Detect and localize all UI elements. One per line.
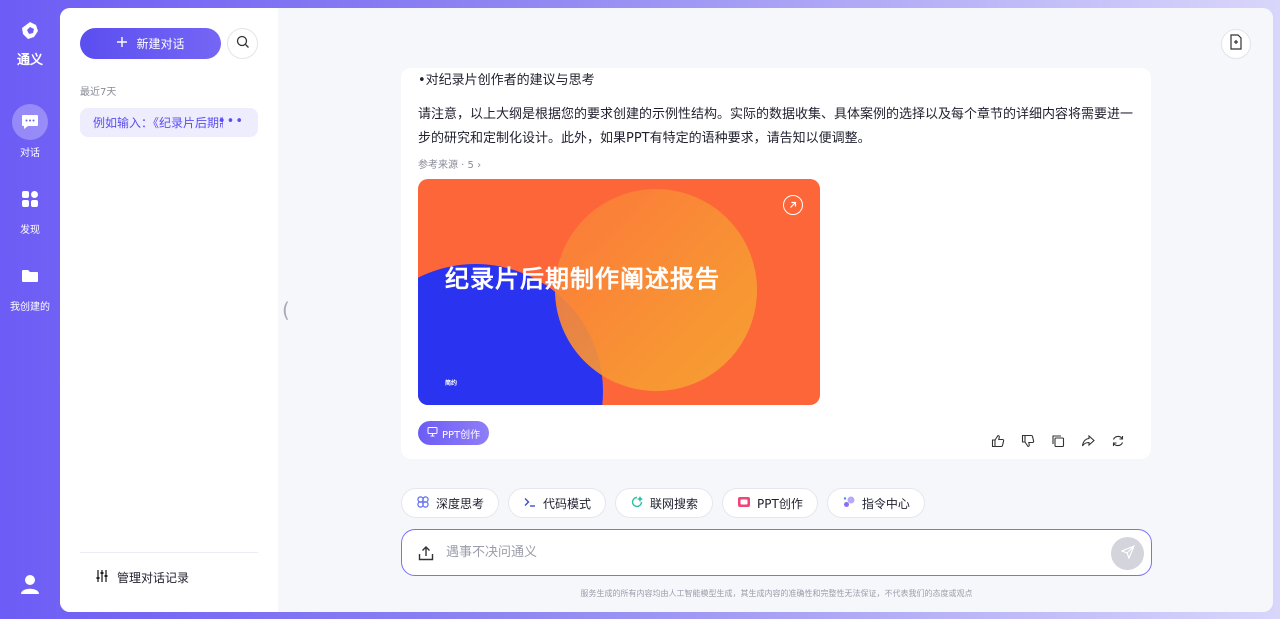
code-icon [523,495,537,512]
open-external-icon[interactable] [783,195,803,215]
grid-icon [12,181,48,217]
manage-history-label: 管理对话记录 [117,571,190,585]
assistant-message-card: •对纪录片创作者的建议与思考 请注意，以上大纲是根据您的要求创建的示例性结构。实… [401,68,1151,459]
ppt-badge-label: PPT创作 [442,429,481,441]
chip-label: 深度思考 [436,496,485,511]
presentation-icon [427,426,438,440]
logo-icon [10,20,50,47]
left-rail: 通义 对话 发现 我创建的 [0,0,60,619]
message-bullet: •对纪录片创作者的建议与思考 [418,73,595,88]
sidebar-divider [80,552,258,553]
ppt-preview-card[interactable]: 纪录片后期制作阐述报告 简约 [418,179,820,405]
regenerate-icon[interactable] [1110,433,1126,449]
chip-web-search[interactable]: 联网搜索 [615,488,714,518]
conversation-item[interactable]: 例如输入：《纪录片后期制作阐述报告》 ••• [80,108,258,137]
disclaimer-text: 服务生成的所有内容均由人工智能模型生成，其生成内容的准确性和完整性无法保证，不代… [580,589,973,598]
ppt-style-tag: 简约 [445,380,458,387]
chip-label: 代码模式 [543,496,592,511]
upload-icon[interactable] [417,544,435,562]
ppt-create-badge[interactable]: PPT创作 [418,421,490,445]
folder-icon [12,258,48,294]
rail-label-discover: 发现 [20,225,40,236]
section-label-recent: 最近7天 [80,87,117,98]
new-chat-button[interactable]: 新建对话 [80,28,221,59]
chevron-right-icon: › [477,160,482,171]
rail-label-mine: 我创建的 [10,302,50,313]
ppt-title: 纪录片后期制作阐述报告 [445,265,720,293]
rail-item-mine[interactable]: 我创建的 [0,258,60,313]
think-icon [416,495,430,512]
thumbs-down-icon[interactable] [1020,433,1036,449]
manage-history-button[interactable]: 管理对话记录 [95,569,189,586]
references-link[interactable]: 参考来源 · 5 › [418,156,481,171]
document-icon [1229,34,1243,54]
chat-icon [12,104,48,140]
ppt-icon [737,495,751,512]
send-icon [1119,544,1135,563]
prompt-input[interactable] [446,541,1086,563]
new-chat-label: 新建对话 [136,37,185,51]
search-icon [236,34,250,53]
plus-icon [116,36,128,51]
conversation-sidebar: 新建对话 最近7天 例如输入：《纪录片后期制作阐述报告》 ••• 管理对话记录 [60,8,278,612]
send-button[interactable] [1111,537,1144,570]
search-button[interactable] [227,28,258,59]
more-options-icon[interactable]: ••• [218,114,244,129]
message-actions [990,433,1126,449]
quick-action-chips: 深度思考 代码模式 联网搜索 PPT创作 指令中心 [401,488,925,518]
chip-label: 联网搜索 [650,496,699,511]
command-icon [842,495,856,512]
chip-label: 指令中心 [861,496,910,511]
main-panel: 新建对话 最近7天 例如输入：《纪录片后期制作阐述报告》 ••• 管理对话记录 … [60,8,1273,612]
share-icon[interactable] [1080,433,1096,449]
references-label: 参考来源 · 5 [418,160,474,171]
web-search-icon [630,495,644,512]
sliders-icon [95,569,109,586]
conversation-title: 例如输入：《纪录片后期制作阐述报告》 [93,116,223,130]
document-button[interactable] [1221,29,1251,59]
thumbs-up-icon[interactable] [990,433,1006,449]
user-avatar-icon[interactable] [18,572,42,596]
message-paragraph: 请注意，以上大纲是根据您的要求创建的示例性结构。实际的数据收集、具体案例的选择以… [418,107,1134,146]
copy-icon[interactable] [1050,433,1066,449]
chip-code-mode[interactable]: 代码模式 [508,488,607,518]
app-logo[interactable]: 通义 [10,20,50,68]
collapse-sidebar-handle[interactable]: ( [282,298,290,322]
rail-item-chat[interactable]: 对话 [0,104,60,159]
chip-label: PPT创作 [757,496,803,511]
chip-deep-think[interactable]: 深度思考 [401,488,500,518]
prompt-box [401,529,1152,576]
rail-item-discover[interactable]: 发现 [0,181,60,236]
chip-command-center[interactable]: 指令中心 [826,488,925,518]
logo-text: 通义 [16,53,43,68]
chip-ppt[interactable]: PPT创作 [722,488,818,518]
rail-label-chat: 对话 [20,148,40,159]
